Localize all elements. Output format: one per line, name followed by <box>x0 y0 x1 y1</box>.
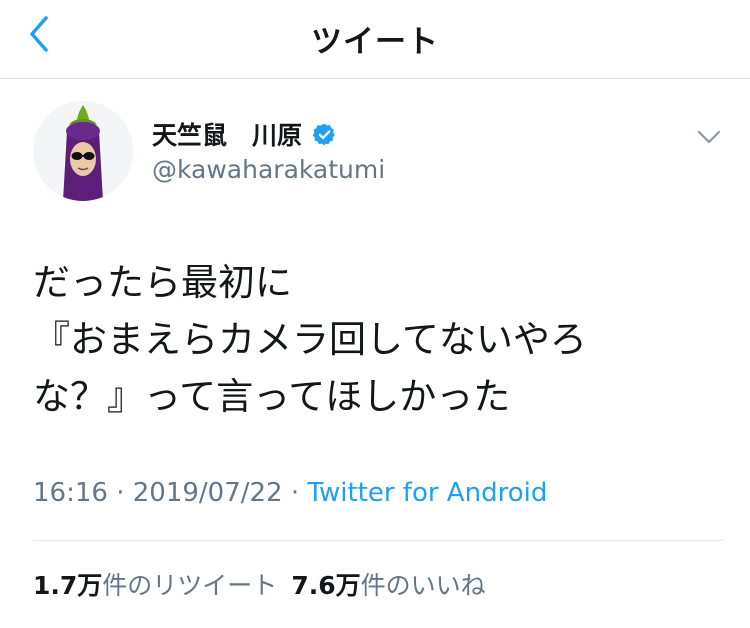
tweet-source-link[interactable]: Twitter for Android <box>307 478 547 508</box>
tweet-text-line: だったら最初に <box>33 261 292 304</box>
top-navigation-bar: ツイート <box>0 0 750 79</box>
divider <box>33 540 723 541</box>
author-name-row: 天竺鼠 川原 <box>152 116 337 152</box>
tweet-text-line: 『おまえらカメラ回してないやろ <box>33 318 587 361</box>
author-name[interactable]: 天竺鼠 川原 <box>152 116 302 152</box>
tweet-time: 16:16 <box>33 478 108 508</box>
like-label: 件のいいね <box>360 571 486 600</box>
tweet-meta: 16:16 · 2019/07/22 · Twitter for Android <box>33 478 547 508</box>
likes-stat[interactable]: 7.6万件のいいね <box>291 571 485 600</box>
tweet-date: 2019/07/22 <box>132 478 283 508</box>
tweet-text: だったら最初に 『おまえらカメラ回してないやろ な？』って言ってほしかった <box>33 254 723 425</box>
retweet-count: 1.7万 <box>33 571 103 600</box>
tweet-stats: 1.7万件のリツイート 7.6万件のいいね <box>33 566 486 602</box>
avatar[interactable] <box>33 101 133 201</box>
like-count: 7.6万 <box>291 571 361 600</box>
author-handle[interactable]: @kawaharakatumi <box>152 155 385 184</box>
retweet-label: 件のリツイート <box>102 571 278 600</box>
more-options-button[interactable] <box>693 124 725 150</box>
meta-separator: · <box>290 478 300 508</box>
chevron-down-icon <box>697 130 721 144</box>
meta-separator: · <box>116 478 125 508</box>
retweets-stat[interactable]: 1.7万件のリツイート <box>33 571 277 600</box>
tweet-text-line: な？』って言ってほしかった <box>33 375 511 418</box>
eggplant-costume-avatar <box>33 101 133 201</box>
verified-badge-icon <box>312 122 337 147</box>
page-title: ツイート <box>311 24 439 60</box>
